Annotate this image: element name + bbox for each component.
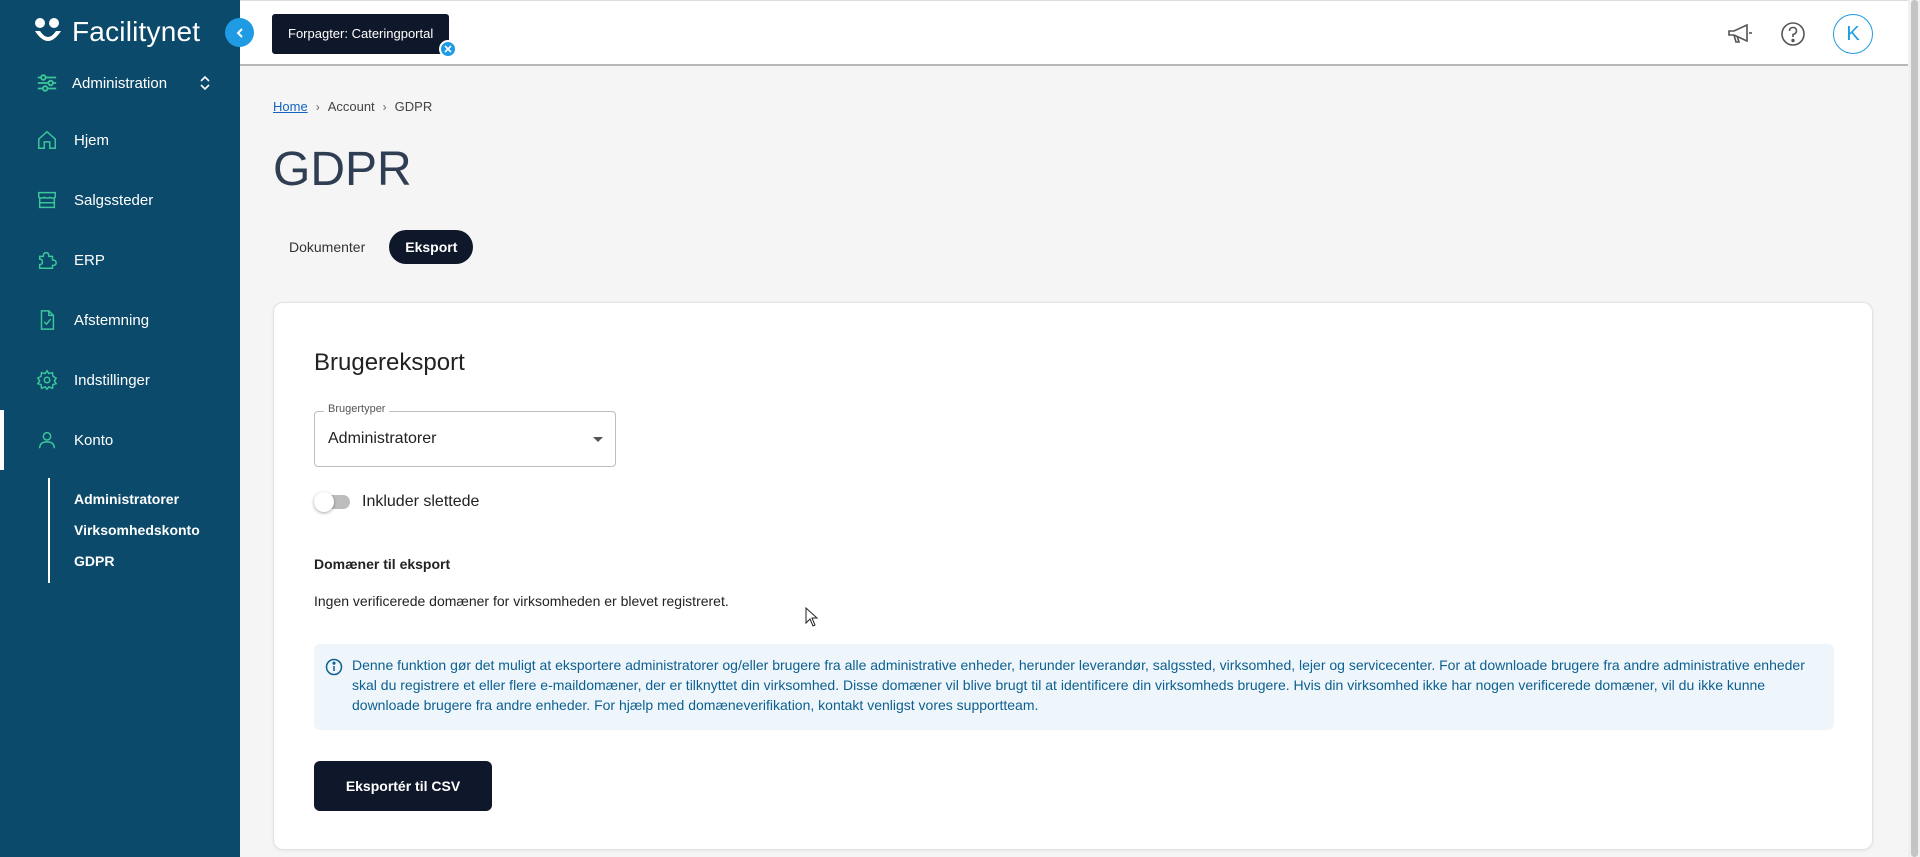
breadcrumb-current: GDPR (394, 99, 433, 114)
scrollbar-thumb[interactable] (1911, 0, 1918, 857)
user-types-value: Administratorer (328, 430, 437, 447)
sidebar-item-label: ERP (74, 251, 105, 269)
include-deleted-label: Inkluder slettede (362, 493, 480, 510)
sidebar-item-erp[interactable]: ERP (0, 230, 240, 290)
breadcrumb-home-link[interactable]: Home (273, 99, 308, 114)
administration-label: Administration (72, 74, 168, 92)
sidebar-item-hjem[interactable]: Hjem (0, 110, 240, 170)
page-title: GDPR (273, 143, 412, 196)
sidebar-item-label: Konto (74, 431, 114, 449)
user-export-card: Brugereksport Brugertyper Administratore… (273, 302, 1873, 850)
announcements-button[interactable] (1725, 19, 1755, 49)
sliders-icon (37, 74, 57, 92)
chevron-left-icon (236, 27, 243, 38)
include-deleted-toggle[interactable] (314, 492, 350, 512)
top-bar: Forpagter: Cateringportal K (240, 0, 1908, 66)
card-title: Brugereksport (314, 349, 465, 376)
administration-switcher[interactable]: Administration (36, 70, 211, 96)
subnav-item-virksomhedskonto[interactable]: Virksomhedskonto (74, 515, 200, 546)
store-icon (38, 191, 56, 209)
user-types-label: Brugertyper (324, 403, 390, 415)
tab-eksport[interactable]: Eksport (389, 230, 474, 264)
chevron-up-down-icon (200, 75, 210, 91)
puzzle-icon (38, 251, 57, 269)
document-check-icon (40, 310, 55, 330)
domains-empty-text: Ingen verificerede domæner for virksomhe… (314, 593, 729, 609)
breadcrumb-account: Account (327, 99, 375, 114)
help-button[interactable] (1778, 19, 1808, 49)
tenant-chip-close-button[interactable] (439, 40, 457, 58)
facilitynet-logo-icon (35, 18, 61, 41)
sidebar-item-indstillinger[interactable]: Indstillinger (0, 350, 240, 410)
user-icon (38, 431, 56, 449)
info-alert: Denne funktion gør det muligt at eksport… (314, 644, 1834, 730)
brand-name: Facilitynet (72, 16, 201, 47)
caret-down-icon (593, 437, 603, 442)
info-alert-text: Denne funktion gør det muligt at eksport… (352, 657, 1805, 713)
page-scrollbar[interactable] (1908, 0, 1920, 857)
gear-icon (36, 369, 58, 391)
domains-title: Domæner til eksport (314, 556, 451, 572)
sidebar: Facilitynet Administration Hjem Salgsste… (0, 0, 240, 857)
subnav-item-administratorer[interactable]: Administratorer (74, 484, 200, 515)
user-avatar[interactable]: K (1833, 14, 1873, 54)
tab-dokumenter[interactable]: Dokumenter (273, 230, 381, 264)
subnav-item-gdpr[interactable]: GDPR (74, 546, 200, 577)
brand-logo[interactable]: Facilitynet (32, 16, 200, 48)
sidebar-item-label: Afstemning (74, 311, 150, 329)
breadcrumb: Home › Account › GDPR (273, 99, 432, 114)
export-csv-button[interactable]: Eksportér til CSV (314, 761, 492, 811)
megaphone-icon (1728, 23, 1752, 43)
tab-bar: Dokumenter Eksport (273, 230, 474, 264)
sidebar-nav: Hjem Salgssteder ERP Afstemning Indstill… (0, 110, 240, 470)
user-types-select[interactable]: Brugertyper Administratorer (314, 403, 616, 467)
sidebar-item-konto[interactable]: Konto (0, 410, 240, 470)
close-icon (444, 45, 452, 53)
help-circle-icon (1781, 22, 1805, 46)
home-icon (38, 130, 56, 149)
konto-subnav: Administratorer Virksomhedskonto GDPR (48, 478, 200, 583)
sidebar-item-label: Salgssteder (74, 191, 154, 209)
breadcrumb-separator-icon: › (382, 99, 387, 114)
sidebar-item-label: Indstillinger (74, 371, 150, 389)
sidebar-item-afstemning[interactable]: Afstemning (0, 290, 240, 350)
sidebar-item-salgssteder[interactable]: Salgssteder (0, 170, 240, 230)
breadcrumb-separator-icon: › (315, 99, 320, 114)
info-icon (325, 658, 343, 676)
collapse-sidebar-button[interactable] (225, 18, 254, 47)
mouse-cursor-icon (805, 607, 819, 627)
sidebar-item-label: Hjem (74, 131, 110, 149)
toggle-knob (314, 492, 334, 512)
tenant-chip[interactable]: Forpagter: Cateringportal (272, 14, 450, 54)
